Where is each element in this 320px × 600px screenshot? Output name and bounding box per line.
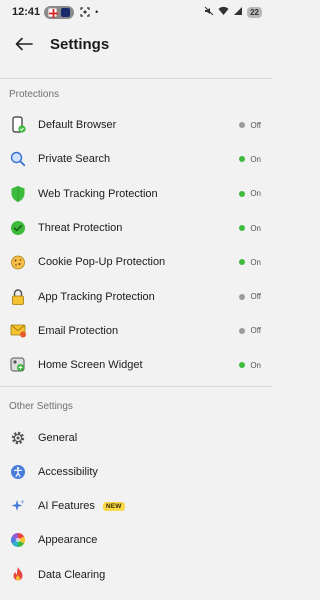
status-indicator: On — [239, 155, 261, 164]
setting-label: AI Features — [38, 500, 95, 513]
setting-email-protection[interactable]: Email Protection Off — [0, 314, 272, 348]
section-title-other-settings: Other Settings — [9, 401, 73, 413]
setting-label: App Tracking Protection — [38, 290, 155, 303]
status-dot-off — [239, 327, 246, 334]
wifi-icon — [218, 6, 229, 19]
status-dot-off — [239, 293, 246, 300]
status-indicator: Off — [239, 121, 261, 130]
notification-pill — [44, 5, 75, 19]
setting-data-clearing[interactable]: Data Clearing — [0, 558, 272, 592]
back-button[interactable] — [10, 30, 38, 58]
status-text: On — [250, 189, 261, 199]
setting-default-browser[interactable]: Default Browser Off — [0, 108, 272, 142]
protections-list: Default Browser Off Private Search On We… — [0, 108, 272, 382]
app-header: Settings — [0, 24, 272, 64]
status-dot-on — [239, 362, 246, 369]
status-time: 12:41 — [12, 6, 41, 18]
scan-icon — [80, 7, 90, 17]
signal-icon — [233, 6, 243, 19]
setting-label: General — [38, 431, 78, 444]
green-globe-check-icon — [9, 219, 27, 237]
status-bar: 12:41 • 22 — [0, 0, 272, 24]
color-wheel-icon — [9, 531, 27, 549]
status-indicator: On — [239, 258, 261, 267]
gear-icon — [9, 429, 27, 447]
setting-threat-protection[interactable]: Threat Protection On — [0, 211, 272, 245]
setting-cookie-popup-protection[interactable]: Cookie Pop-Up Protection On — [0, 245, 272, 279]
magnifier-icon — [9, 150, 27, 168]
setting-label: Email Protection — [38, 324, 119, 337]
setting-private-search[interactable]: Private Search On — [0, 142, 272, 176]
mute-icon — [204, 6, 214, 19]
setting-app-tracking-protection[interactable]: App Tracking Protection Off — [0, 279, 272, 313]
setting-appearance[interactable]: Appearance — [0, 523, 272, 557]
flag-nz-icon — [61, 7, 71, 17]
status-text: On — [250, 154, 261, 164]
status-text: On — [250, 257, 261, 267]
cookie-icon — [9, 253, 27, 271]
setting-label: Threat Protection — [38, 222, 123, 235]
setting-label: Default Browser — [38, 119, 117, 132]
phone-check-icon — [9, 116, 27, 134]
setting-label: Private Search — [38, 153, 111, 166]
green-shield-icon — [9, 185, 27, 203]
widget-icon — [9, 356, 27, 374]
status-indicator: On — [239, 224, 261, 233]
status-text: On — [250, 360, 261, 370]
padlock-icon — [9, 288, 27, 306]
sparkle-icon — [9, 497, 27, 515]
setting-label: Data Clearing — [38, 568, 106, 581]
back-arrow-icon — [15, 37, 33, 51]
fire-icon — [9, 566, 27, 584]
flag-england-icon — [48, 7, 59, 18]
status-indicator: On — [239, 361, 261, 370]
other-settings-list: General Accessibility AI Features NEW Ap… — [0, 420, 272, 591]
envelope-icon — [9, 322, 27, 340]
section-divider — [0, 386, 272, 388]
setting-label: Web Tracking Protection — [38, 187, 158, 200]
status-indicator: Off — [239, 292, 261, 301]
status-indicator: On — [239, 189, 261, 198]
setting-label: Accessibility — [38, 465, 98, 478]
setting-web-tracking-protection[interactable]: Web Tracking Protection On — [0, 177, 272, 211]
accessibility-icon — [9, 463, 27, 481]
setting-accessibility[interactable]: Accessibility — [0, 455, 272, 489]
status-dot-on — [239, 225, 246, 232]
status-text: Off — [250, 326, 261, 336]
setting-ai-features[interactable]: AI Features NEW — [0, 489, 272, 523]
setting-label: Appearance — [38, 534, 98, 547]
status-dot-on — [239, 190, 246, 197]
header-divider — [0, 78, 272, 79]
setting-label: Home Screen Widget — [38, 359, 143, 372]
dot-icon: • — [95, 7, 99, 17]
setting-home-screen-widget[interactable]: Home Screen Widget On — [0, 348, 272, 382]
setting-general[interactable]: General — [0, 420, 272, 454]
status-text: On — [250, 223, 261, 233]
section-title-protections: Protections — [9, 89, 60, 100]
status-dot-on — [239, 259, 246, 266]
new-badge: NEW — [102, 501, 125, 511]
status-dot-on — [239, 156, 246, 163]
status-indicator: Off — [239, 326, 261, 335]
battery-indicator: 22 — [247, 6, 262, 18]
setting-label: Cookie Pop-Up Protection — [38, 256, 166, 269]
status-text: Off — [250, 292, 261, 302]
status-text: Off — [250, 120, 261, 130]
status-dot-off — [239, 122, 246, 129]
page-title: Settings — [50, 35, 110, 53]
